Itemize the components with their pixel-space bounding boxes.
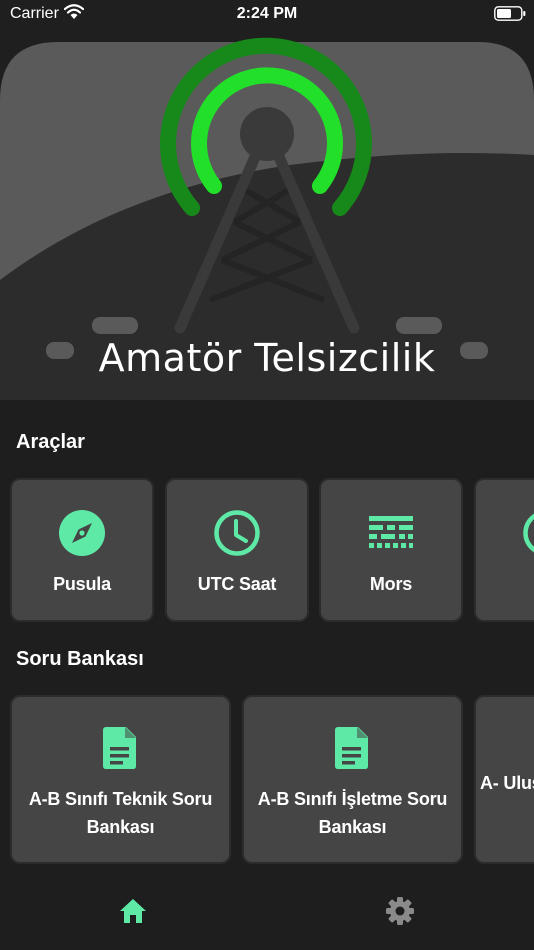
status-time: 2:24 PM <box>236 5 298 22</box>
bank-card-operation[interactable]: A-B Sınıfı İşletme Soru Bankası <box>242 695 463 864</box>
tools-row[interactable]: Pusula UTC Saat Mors Fo <box>0 478 534 624</box>
tool-card-utc-clock[interactable]: UTC Saat <box>165 478 309 622</box>
document-icon <box>334 727 368 769</box>
tab-bar <box>0 880 534 950</box>
section-title-tools: Araçlar <box>16 431 85 453</box>
app-title: Amatör Telsizcilik <box>98 336 436 380</box>
bank-label: A- Ulusla <box>480 773 534 793</box>
header: Amatör Telsizcilik <box>0 0 534 400</box>
tool-label: Mors <box>369 574 413 594</box>
bank-card-technical[interactable]: A-B Sınıfı Teknik Soru Bankası <box>10 695 231 864</box>
tool-card-morse[interactable]: Mors <box>319 478 463 622</box>
question-bank-row[interactable]: A-B Sınıfı Teknik Soru Bankası A-B Sınıf… <box>0 695 534 865</box>
section-title-question-bank: Soru Bankası <box>16 648 144 670</box>
tool-label: Fo <box>476 574 534 595</box>
bank-card-international[interactable]: A- Ulusla <box>474 695 534 864</box>
bank-label: A-B Sınıfı İşletme Soru Bankası <box>257 789 448 837</box>
gear-icon[interactable] <box>385 896 415 926</box>
compass-icon <box>59 510 105 556</box>
clock-icon <box>214 510 260 556</box>
tool-card-compass[interactable]: Pusula <box>10 478 154 622</box>
tool-label: Pusula <box>53 574 111 594</box>
tool-card-partial[interactable]: Fo <box>474 478 534 622</box>
status-bar: Carrier 2:24 PM <box>0 0 534 28</box>
document-icon <box>102 727 136 769</box>
battery-icon <box>494 6 526 21</box>
morse-icon <box>369 516 413 548</box>
tool-label: UTC Saat <box>197 574 277 594</box>
partial-icon <box>523 513 534 553</box>
bank-label: A-B Sınıfı Teknik Soru Bankası <box>28 789 213 837</box>
home-icon[interactable] <box>118 896 148 926</box>
